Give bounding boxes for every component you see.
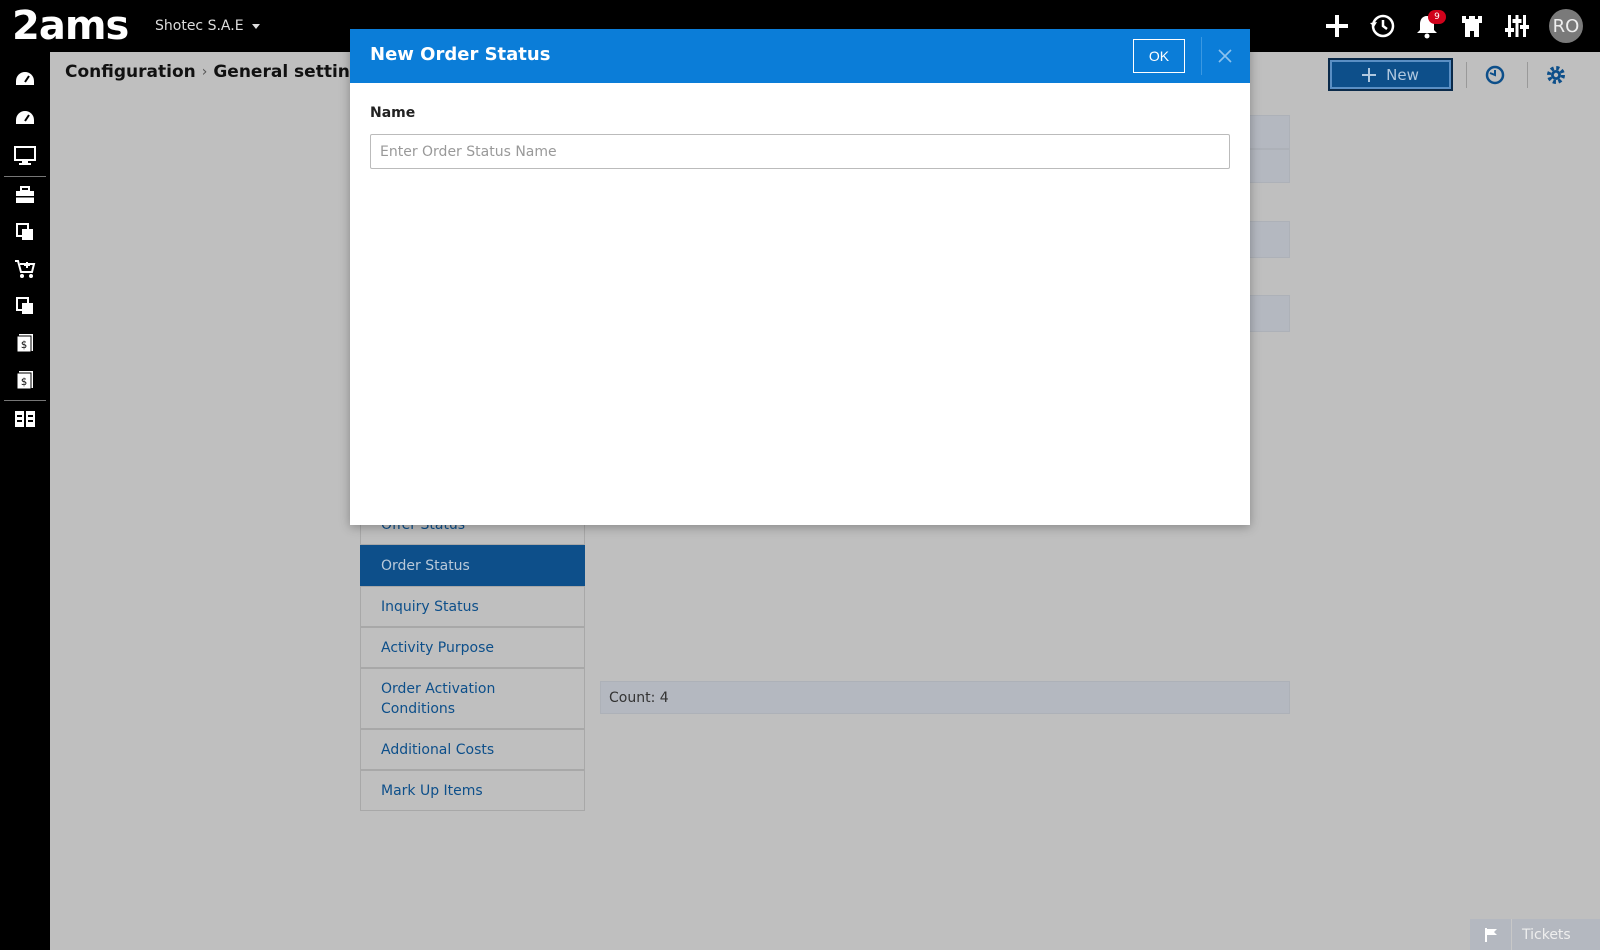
menu-item-additional-costs[interactable]: Additional Costs [360,729,585,770]
menu-item-order-status[interactable]: Order Status [360,545,585,586]
new-button[interactable]: New [1328,58,1453,91]
flag-icon [1470,919,1512,950]
tickets-button[interactable]: Tickets [1470,919,1600,950]
menu-item-mark-up-items[interactable]: Mark Up Items [360,770,585,811]
new-order-status-modal: New Order Status OK Name [350,29,1250,525]
ok-button[interactable]: OK [1133,39,1185,73]
user-avatar[interactable]: RO [1549,9,1583,43]
grid-count: Count: 4 [600,681,1290,714]
app-logo[interactable]: 2ams [12,6,129,46]
name-field-label: Name [370,105,416,121]
gear-icon[interactable] [1543,62,1569,88]
menu-item-inquiry-status[interactable]: Inquiry Status [360,586,585,627]
monitor-icon[interactable] [12,143,38,169]
header-divider [1466,62,1467,88]
briefcase-icon[interactable] [12,182,38,208]
sidebar-divider [4,400,46,401]
reports-icon[interactable] [12,406,38,432]
documents-icon[interactable] [12,219,38,245]
breadcrumb-configuration[interactable]: Configuration [65,62,196,82]
documents-icon[interactable] [12,293,38,319]
cart-icon[interactable] [12,256,38,282]
chevron-down-icon [251,23,260,29]
refresh-icon[interactable] [1482,62,1508,88]
add-icon[interactable] [1323,12,1351,40]
castle-icon[interactable] [1458,12,1486,40]
sidebar-divider [4,176,46,177]
modal-header: New Order Status OK [350,29,1250,83]
modal-title: New Order Status [370,44,551,65]
company-selector[interactable]: Shotec S.A.E [155,18,260,34]
new-button-label: New [1386,65,1419,84]
dashboard-icon[interactable] [12,105,38,131]
sliders-icon[interactable] [1503,12,1531,40]
svg-text:$: $ [21,340,27,351]
plus-icon [1362,67,1377,82]
order-status-name-input[interactable] [370,134,1230,169]
chevron-right-icon: › [201,64,208,80]
svg-text:$: $ [21,377,27,388]
left-sidebar: $ $ [0,52,50,950]
header-divider [1201,37,1202,75]
menu-item-order-activation-conditions[interactable]: Order Activation Conditions [360,668,585,729]
header-divider [1527,62,1528,88]
invoice-icon[interactable]: $ [12,330,38,356]
menu-item-activity-purpose[interactable]: Activity Purpose [360,627,585,668]
breadcrumb-general-settings[interactable]: General settings [213,62,372,82]
company-name: Shotec S.A.E [155,18,244,34]
invoice-icon[interactable]: $ [12,367,38,393]
history-icon[interactable] [1368,12,1396,40]
notification-badge: 9 [1428,10,1446,24]
tickets-label: Tickets [1522,926,1571,943]
dashboard-icon[interactable] [12,66,38,92]
close-icon[interactable] [1212,43,1238,69]
